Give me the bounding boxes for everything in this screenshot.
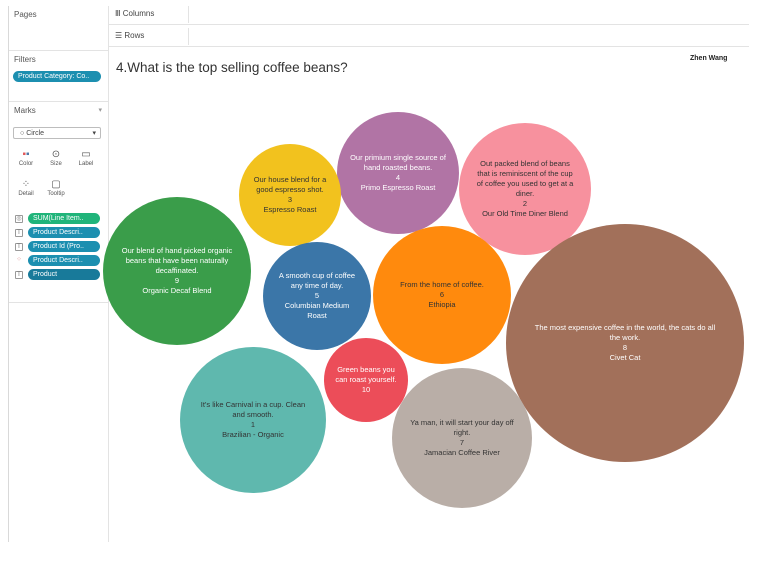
bubble-our-old-time-diner-blend[interactable]: Out packed blend of beans that is remini… (459, 123, 591, 255)
rows-shelf-label: ☰ Rows (115, 31, 145, 40)
mark-type-label: Circle (26, 130, 45, 137)
bubble-description: Our blend of hand picked organic beans t… (121, 245, 233, 275)
label-button[interactable]: ▭ Label (74, 148, 98, 174)
label-label: Label (78, 161, 94, 167)
chevron-down-icon: ▾ (92, 130, 96, 137)
bubble-columbian-medium-roast[interactable]: A smooth cup of coffee any time of day. 5… (263, 242, 371, 350)
bubble-label: Out packed blend of beans that is remini… (474, 159, 576, 220)
bubble-ethiopia[interactable]: From the home of coffee. 6 Ethiopia (373, 226, 511, 364)
bubble-name: Espresso Roast (263, 205, 317, 215)
bubble-description: From the home of coffee. (400, 279, 484, 289)
rows-icon: ☰ (115, 31, 125, 40)
color-button[interactable]: ▪▪ Color (14, 148, 38, 174)
bubble-rank: 6 (439, 289, 445, 299)
bubble-rank: 7 (459, 438, 465, 447)
bubble-organic-decaf-blend[interactable]: Our blend of hand picked organic beans t… (103, 197, 251, 345)
detail-icon: ⁘ (21, 179, 31, 190)
bubble-label: Green beans you can roast yourself. 10 (333, 365, 399, 395)
detail-label: Detail (18, 191, 34, 197)
bubble-name: Columbian Medium Roast (284, 301, 350, 321)
marks-card: Marks ▾ ○ Circle ▾ ▪▪ Color ⊙ Size ▭ Lab… (9, 102, 108, 303)
columns-shelf-label: Ⅲ Columns (115, 9, 155, 18)
bubble-label: It's like Carnival in a cup. Clean and s… (196, 400, 310, 441)
marks-menu-icon[interactable]: ▾ (98, 106, 102, 114)
bubble-label: Ya man, it will start your day off right… (407, 418, 517, 459)
rows-shelf[interactable]: ☰ Rows (109, 28, 749, 47)
bubble-rank: 2 (522, 199, 528, 209)
bubble-name: Organic Decaf Blend (142, 286, 212, 296)
bubble-civet-cat[interactable]: The most expensive coffee in the world, … (506, 224, 744, 462)
tooltip-button[interactable]: ▢ Tooltip (44, 178, 68, 204)
marks-card-title: Marks (14, 106, 36, 115)
bubble-description: Green beans you can roast yourself. (335, 364, 397, 384)
size-button[interactable]: ⊙ Size (44, 148, 68, 174)
mark-pill-sum-line-item[interactable]: SUM(Line Item.. (28, 213, 100, 224)
view-title: 4.What is the top selling coffee beans? (116, 60, 348, 75)
size-encoding-icon: ◎ (15, 215, 23, 223)
size-icon: ⊙ (51, 149, 61, 160)
mark-pill-product-description-color[interactable]: Product Descri.. (28, 255, 100, 266)
bubble-rank: 8 (622, 343, 628, 352)
rows-drop-zone[interactable] (188, 28, 749, 45)
bubble-espresso-roast[interactable]: Our house blend for a good espresso shot… (239, 144, 341, 246)
bubble-brazilian-organic[interactable]: It's like Carnival in a cup. Clean and s… (180, 347, 326, 493)
bubble-rank: 1 (250, 420, 256, 429)
label-icon: ▭ (81, 149, 91, 160)
mark-pill-product-description[interactable]: Product Descri.. (28, 227, 100, 238)
bubble-rank: 9 (174, 276, 180, 286)
bubble-name: Brazilian - Organic (222, 430, 284, 440)
author-label: Zhen Wang (690, 55, 728, 62)
bubble-name: Civet Cat (609, 353, 641, 363)
columns-icon: Ⅲ (115, 9, 123, 18)
mark-pill-product-id[interactable]: Product Id (Pro.. (28, 241, 100, 252)
bubble-jamacian-coffee-river[interactable]: Ya man, it will start your day off right… (392, 368, 532, 508)
bubble-label: From the home of coffee. 6 Ethiopia (400, 280, 484, 310)
detail-button[interactable]: ⁘ Detail (14, 178, 38, 204)
bubble-rank: 5 (314, 290, 320, 300)
bubble-description: The most expensive coffee in the world, … (534, 322, 716, 342)
color-label: Color (18, 161, 34, 167)
bubble-rank: 3 (287, 195, 293, 204)
mark-pill-product[interactable]: Product (28, 269, 100, 280)
bubble-description: Out packed blend of beans that is remini… (476, 158, 574, 198)
filters-card-title: Filters (14, 55, 36, 64)
bubble-name: Our Old Time Diner Blend (482, 209, 568, 219)
size-label: Size (50, 161, 62, 167)
bubble-label: Our blend of hand picked organic beans t… (119, 246, 235, 297)
bubble-description: Ya man, it will start your day off right… (410, 417, 514, 437)
bubble-description: Our primium single source of hand roaste… (350, 152, 446, 172)
color-encoding-icon: ⁘ (16, 257, 22, 263)
bubble-rank: 4 (395, 173, 401, 182)
bubble-rank-10[interactable]: Green beans you can roast yourself. 10 (324, 338, 408, 422)
bubble-description: A smooth cup of coffee any time of day. (278, 270, 356, 290)
bubble-primo-espresso-roast[interactable]: Our primium single source of hand roaste… (337, 112, 459, 234)
color-icon: ▪▪ (22, 149, 30, 160)
tooltip-label: Tooltip (47, 191, 65, 197)
pages-card[interactable]: Pages (9, 6, 108, 51)
left-panel: Pages Filters Product Category: Co.. Mar… (9, 6, 109, 542)
bubble-name: Primo Espresso Roast (360, 183, 436, 193)
bubble-description: Our house blend for a good espresso shot… (253, 174, 327, 194)
bubble-label: Our primium single source of hand roaste… (350, 153, 446, 194)
columns-shelf[interactable]: Ⅲ Columns (109, 6, 749, 25)
bubble-label: The most expensive coffee in the world, … (532, 323, 718, 364)
mark-type-dropdown[interactable]: ○ Circle ▾ (13, 127, 101, 139)
filters-card[interactable]: Filters Product Category: Co.. (9, 51, 108, 102)
tooltip-icon: ▢ (51, 179, 61, 190)
label-encoding-icon: T (15, 271, 23, 279)
label-encoding-icon: T (15, 229, 23, 237)
label-encoding-icon: T (15, 243, 23, 251)
circle-icon: ○ (20, 130, 25, 137)
columns-drop-zone[interactable] (188, 6, 749, 23)
filter-pill-product-category[interactable]: Product Category: Co.. (13, 71, 101, 82)
bubble-name: Ethiopia (428, 300, 456, 310)
bubble-name: Jamacian Coffee River (424, 448, 500, 458)
bubble-label: A smooth cup of coffee any time of day. 5… (275, 271, 359, 322)
bubble-label: Our house blend for a good espresso shot… (250, 175, 330, 216)
bubble-rank: 10 (361, 385, 371, 395)
pages-card-title: Pages (14, 10, 37, 19)
bubble-description: It's like Carnival in a cup. Clean and s… (200, 399, 306, 419)
